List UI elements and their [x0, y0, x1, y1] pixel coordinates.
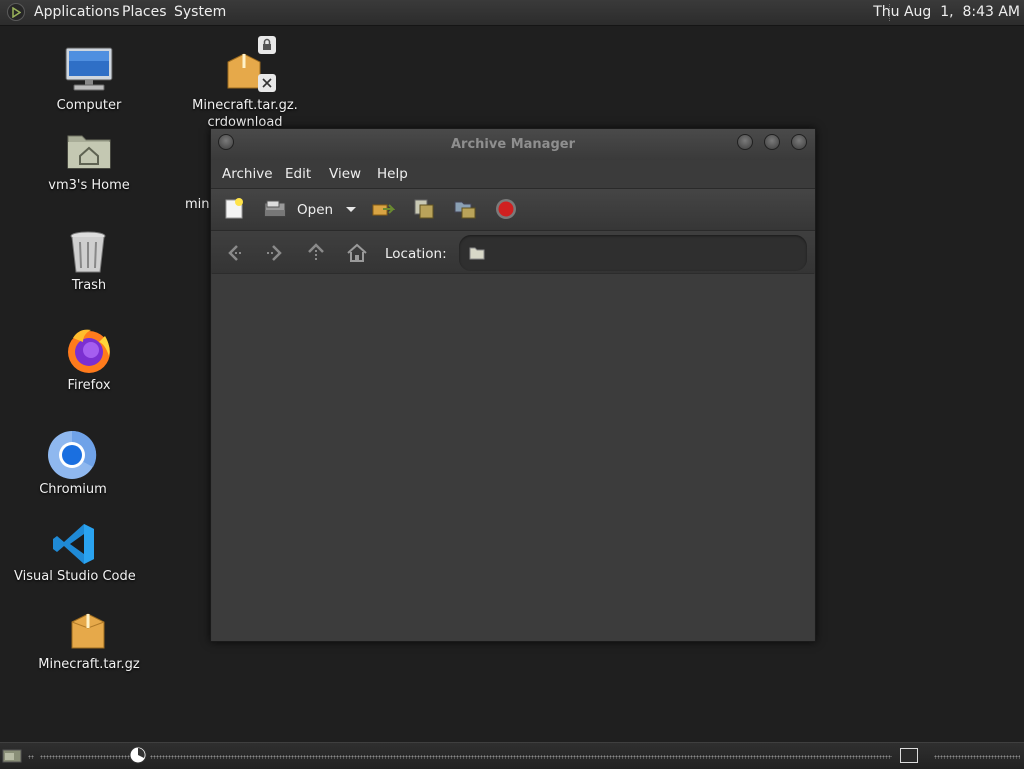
trash-icon	[70, 231, 106, 273]
close-button[interactable]	[791, 134, 807, 150]
archive-icon	[71, 613, 105, 649]
home-folder-icon	[67, 135, 111, 169]
desktop-icon-label: Visual Studio Code	[14, 569, 136, 584]
desktop-icon-trash[interactable]: Trash	[30, 228, 148, 296]
up-icon[interactable]	[304, 241, 328, 265]
archive-content-area[interactable]	[212, 273, 814, 641]
chromium-icon	[48, 430, 97, 479]
lock-emblem-icon	[258, 36, 276, 54]
back-icon[interactable]	[223, 241, 247, 265]
add-files-icon[interactable]	[412, 197, 436, 221]
dropdown-arrow-icon[interactable]	[339, 197, 363, 221]
open-archive-icon[interactable]	[263, 197, 287, 221]
workspace-switcher[interactable]	[900, 748, 918, 763]
desktop-icon-chromium[interactable]: Chromium	[14, 430, 132, 500]
vscode-icon	[53, 524, 94, 564]
menu-help[interactable]: Help	[377, 166, 408, 182]
window-list-area	[40, 755, 130, 759]
unreadable-emblem-icon	[258, 74, 276, 92]
top-panel: Applications Places System Thu Aug 1, 8:…	[0, 0, 1024, 26]
menu-view[interactable]: View	[329, 166, 361, 182]
stop-icon[interactable]	[494, 197, 518, 221]
extract-icon[interactable]	[371, 197, 395, 221]
menubar: Archive Edit View Help	[211, 160, 815, 188]
show-desktop-icon[interactable]	[2, 747, 22, 763]
distro-logo-icon[interactable]	[7, 3, 25, 21]
desktop-icon-label: Trash	[71, 278, 107, 293]
system-menu[interactable]: System	[174, 4, 226, 20]
toolbar: Open	[211, 188, 815, 231]
archive-partial-icon	[227, 53, 261, 89]
busy-cursor-icon	[129, 746, 147, 764]
new-archive-icon[interactable]	[222, 197, 246, 221]
location-bar: Location:	[211, 230, 815, 274]
applications-menu[interactable]: Applications	[34, 4, 120, 20]
maximize-button[interactable]	[764, 134, 780, 150]
firefox-icon	[68, 329, 110, 373]
places-menu[interactable]: Places	[122, 4, 167, 20]
forward-icon[interactable]	[263, 241, 287, 265]
window-title: Archive Manager	[451, 137, 575, 152]
window-list-area-right	[150, 755, 892, 759]
home-icon[interactable]	[345, 241, 369, 265]
desktop-icon-crdownload[interactable]: Minecraft.tar.gz. crdownload	[186, 36, 304, 130]
location-label: Location:	[385, 246, 447, 262]
desktop-icon-label: vm3's Home	[48, 178, 130, 193]
desktop-icon-label: Minecraft.tar.gz	[38, 657, 140, 672]
bottom-panel	[0, 742, 1024, 769]
location-field[interactable]	[459, 235, 807, 271]
window-titlebar[interactable]: Archive Manager	[211, 129, 815, 160]
desktop-icon-minecraft-archive[interactable]: Minecraft.tar.gz	[30, 610, 148, 678]
open-button-label[interactable]: Open	[297, 202, 333, 218]
panel-handle[interactable]	[28, 755, 34, 759]
add-folder-icon[interactable]	[453, 197, 477, 221]
desktop-icon-label: Firefox	[67, 378, 111, 393]
computer-icon	[65, 47, 113, 91]
desktop-icon-home[interactable]: vm3's Home	[30, 128, 148, 198]
clock[interactable]: Thu Aug 1, 8:43 AM	[873, 4, 1020, 20]
desktop-icon-label: Computer	[56, 98, 122, 113]
menu-edit[interactable]: Edit	[285, 166, 311, 182]
desktop-icon-vscode[interactable]: Visual Studio Code	[14, 520, 136, 588]
menu-archive[interactable]: Archive	[222, 166, 273, 182]
folder-icon	[469, 247, 485, 260]
panel-handle-right[interactable]	[934, 755, 1020, 759]
minimize-button[interactable]	[737, 134, 753, 150]
desktop-icon-computer[interactable]: Computer	[30, 44, 148, 116]
archive-manager-window: Archive Manager Archive Edit View Help O…	[210, 128, 816, 642]
desktop-icon-label-partial: min	[185, 197, 210, 212]
desktop-icon-label: Chromium	[39, 482, 107, 497]
desktop-icon-label: Minecraft.tar.gz.	[192, 98, 298, 113]
desktop-icon-firefox[interactable]: Firefox	[30, 326, 148, 396]
